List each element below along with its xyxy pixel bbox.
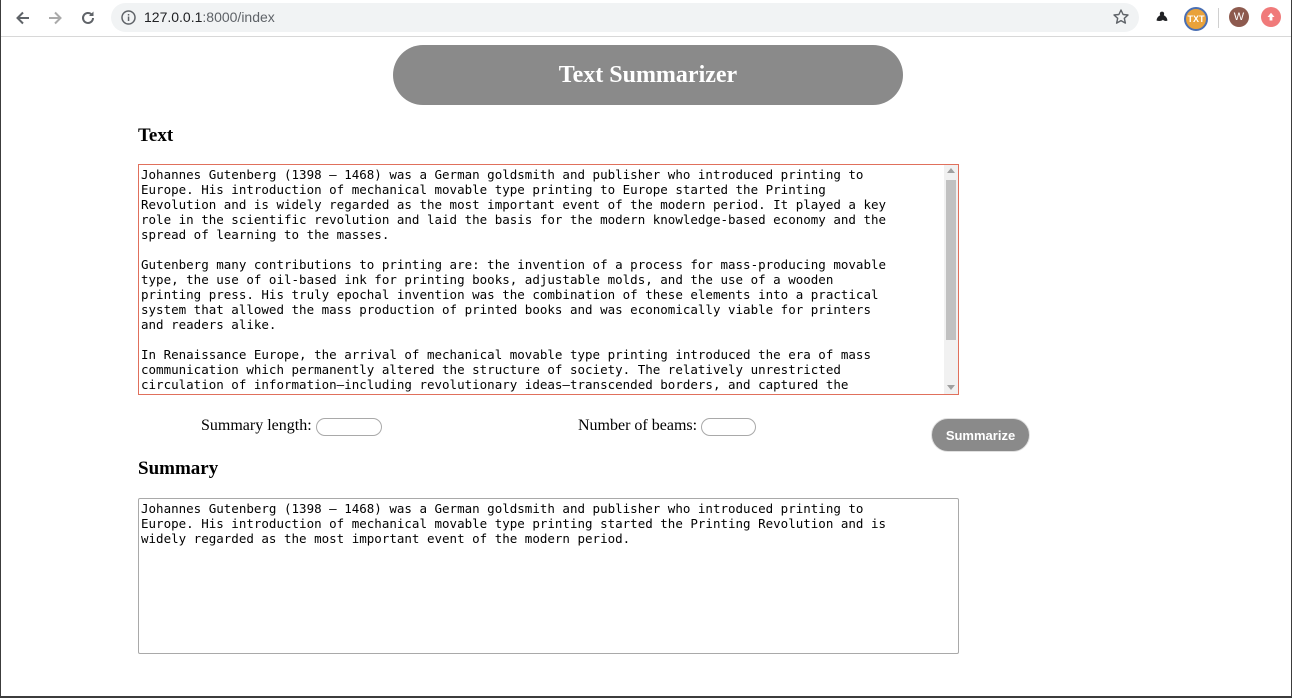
scroll-up-arrow-icon[interactable] [947, 168, 955, 173]
beams-input[interactable] [701, 418, 756, 436]
url-path: :8000/index [202, 9, 275, 25]
bookmark-star-icon[interactable] [1112, 8, 1130, 26]
address-bar[interactable]: 127.0.0.1:8000/index [111, 3, 1139, 32]
url-text: 127.0.0.1:8000/index [144, 9, 275, 25]
summary-length-input[interactable] [316, 418, 382, 436]
scroll-down-arrow-icon[interactable] [947, 385, 955, 390]
forward-arrow-icon [49, 11, 62, 25]
beams-label: Number of beams: [578, 417, 698, 434]
input-text-area[interactable]: Johannes Gutenberg (1398 – 1468) was a G… [138, 164, 959, 395]
text-scrollbar[interactable] [944, 165, 958, 394]
toolbar-divider [1218, 8, 1219, 28]
puzzle-extension-icon[interactable] [1152, 7, 1172, 27]
input-text-content: Johannes Gutenberg (1398 – 1468) was a G… [141, 167, 887, 392]
txt-extension-icon[interactable]: TXT [1184, 7, 1208, 31]
summary-length-label: Summary length: [201, 417, 312, 434]
text-label: Text [138, 125, 174, 146]
page-title: Text Summarizer [558, 61, 738, 88]
summary-text-content: Johannes Gutenberg (1398 – 1468) was a G… [141, 501, 887, 546]
browser-toolbar: 127.0.0.1:8000/index TXT W [1, 0, 1291, 37]
summary-label: Summary [138, 458, 219, 479]
summary-text-area[interactable]: Johannes Gutenberg (1398 – 1468) was a G… [138, 498, 959, 654]
summarize-button[interactable]: Summarize [931, 418, 1030, 452]
back-arrow-icon [16, 11, 29, 25]
update-icon[interactable] [1261, 7, 1281, 27]
info-icon[interactable] [120, 9, 137, 26]
reload-button[interactable] [76, 6, 100, 30]
back-button[interactable] [11, 6, 35, 30]
reload-icon [82, 11, 94, 24]
scroll-thumb[interactable] [946, 180, 956, 340]
title-banner: Text Summarizer [393, 45, 903, 105]
profile-avatar[interactable]: W [1229, 7, 1249, 27]
forward-button[interactable] [43, 6, 67, 30]
url-host: 127.0.0.1 [144, 9, 203, 25]
